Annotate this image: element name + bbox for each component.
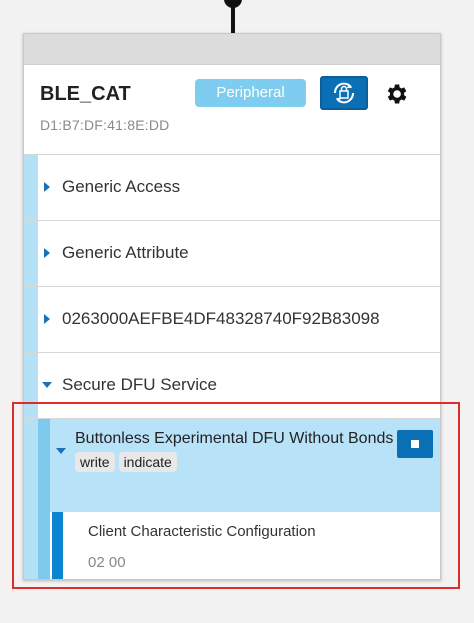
characteristic-row-buttonless-dfu[interactable]: Buttonless Experimental DFU Without Bond… xyxy=(24,419,440,512)
connector-line xyxy=(231,0,235,34)
caret-down-icon[interactable] xyxy=(41,381,53,389)
stop-icon xyxy=(411,440,419,448)
service-label: 0263000AEFBE4DF48328740F92B83098 xyxy=(62,309,380,328)
card-top-strip xyxy=(24,34,440,65)
descriptor-value: 02 00 xyxy=(88,554,126,571)
caret-right-icon[interactable] xyxy=(43,181,51,193)
service-level-bar xyxy=(24,353,38,418)
service-label: Generic Access xyxy=(62,177,181,196)
dfu-icon xyxy=(333,82,355,104)
characteristic-label: Buttonless Experimental DFU Without Bond… xyxy=(75,430,394,447)
service-label: Secure DFU Service xyxy=(62,375,217,394)
caret-down-icon[interactable] xyxy=(55,447,67,455)
dfu-button[interactable] xyxy=(320,76,368,110)
service-row-custom-uuid[interactable]: 0263000AEFBE4DF48328740F92B83098 xyxy=(24,287,440,353)
service-level-bar xyxy=(24,221,38,286)
device-address: D1:B7:DF:41:8E:DD xyxy=(40,117,170,133)
caret-right-icon[interactable] xyxy=(43,247,51,259)
service-row-generic-access[interactable]: Generic Access xyxy=(24,155,440,221)
device-name: BLE_CAT xyxy=(40,83,131,105)
property-tag-indicate: indicate xyxy=(118,452,177,472)
characteristic-level-bar xyxy=(38,419,50,512)
characteristic-level-bar xyxy=(38,512,50,579)
service-level-bar xyxy=(24,287,38,352)
descriptor-row-cccd[interactable]: Client Characteristic Configuration 02 0… xyxy=(24,512,440,579)
service-row-secure-dfu[interactable]: Secure DFU Service xyxy=(24,353,440,419)
service-level-bar xyxy=(24,155,38,220)
gear-icon xyxy=(387,84,407,104)
service-row-generic-attribute[interactable]: Generic Attribute xyxy=(24,221,440,287)
caret-right-icon[interactable] xyxy=(43,313,51,325)
notify-toggle-button[interactable] xyxy=(397,430,433,458)
service-label: Generic Attribute xyxy=(62,243,189,262)
service-level-bar xyxy=(24,419,38,512)
device-card: BLE_CAT D1:B7:DF:41:8E:DD Peripheral Gen… xyxy=(23,33,441,580)
characteristic-properties: write indicate xyxy=(75,452,177,472)
service-level-bar xyxy=(24,512,38,579)
device-header: BLE_CAT D1:B7:DF:41:8E:DD Peripheral xyxy=(24,65,440,155)
role-badge: Peripheral xyxy=(195,79,306,107)
property-tag-write: write xyxy=(75,452,115,472)
descriptor-label: Client Characteristic Configuration xyxy=(88,523,316,540)
descriptor-level-bar xyxy=(52,512,63,579)
settings-button[interactable] xyxy=(382,80,410,108)
